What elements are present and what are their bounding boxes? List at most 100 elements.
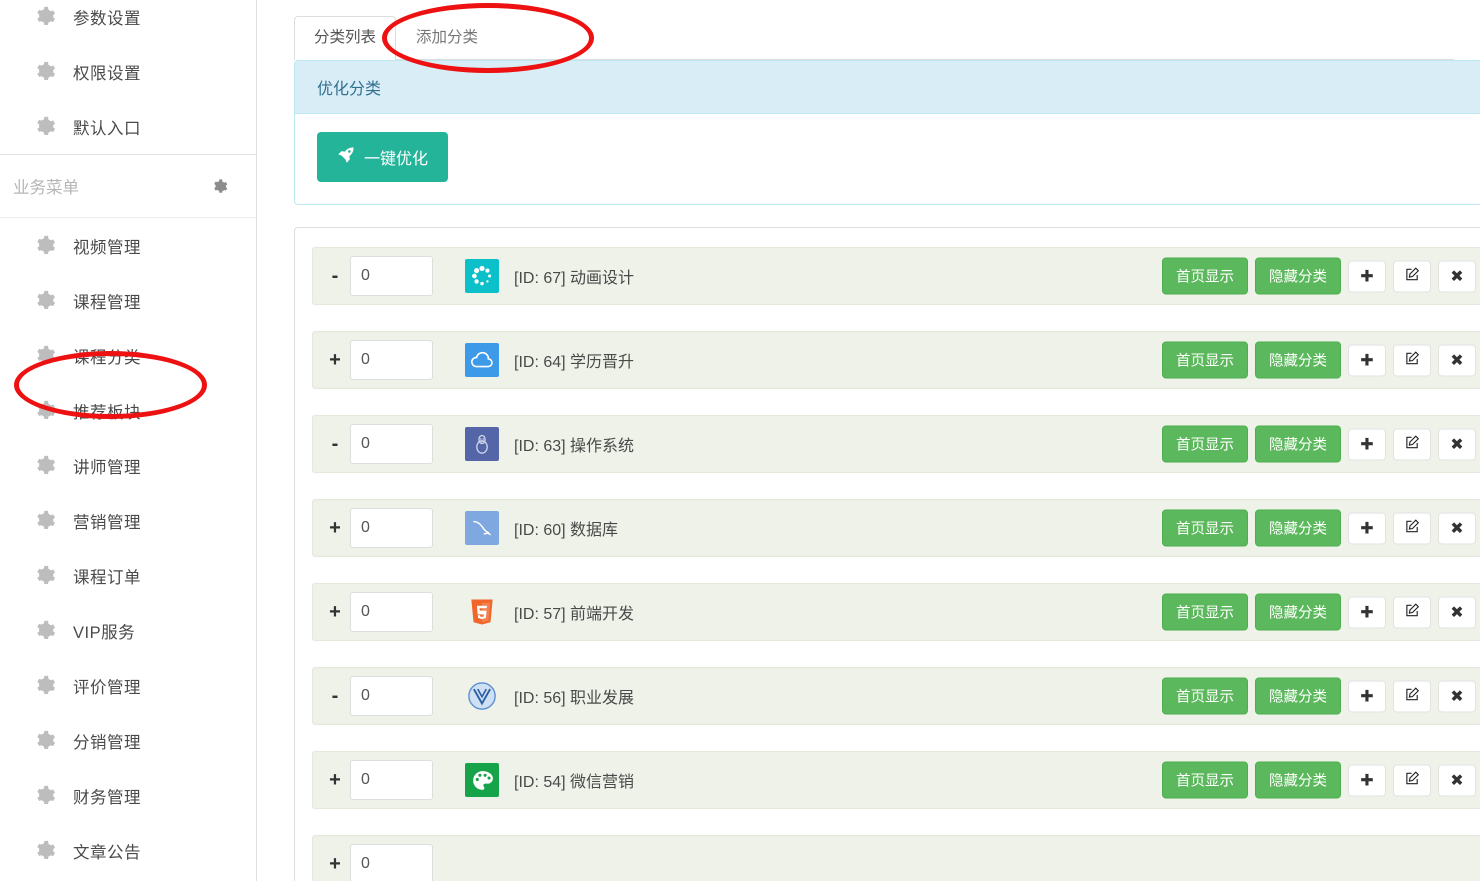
sidebar-item-label: 评价管理: [73, 678, 141, 697]
edit-square-icon: [1405, 434, 1420, 454]
one-click-optimize-button[interactable]: 一键优化: [317, 132, 449, 182]
gear-icon: [33, 674, 56, 697]
sidebar-item-label: 分销管理: [73, 733, 141, 752]
close-x-icon: ✖: [1450, 352, 1464, 369]
edit-category-button[interactable]: [1393, 344, 1431, 376]
sidebar-item-video-management[interactable]: 视频管理: [0, 218, 256, 273]
sidebar-item-course-order[interactable]: 课程订单: [0, 548, 256, 603]
sidebar-item-marketing-management[interactable]: 营销管理: [0, 493, 256, 548]
gear-icon: [33, 729, 56, 752]
row-actions: 首页显示 隐藏分类 ✚ ✖: [1162, 341, 1476, 379]
sidebar-item-article-announcement[interactable]: 文章公告: [0, 823, 256, 878]
sort-input[interactable]: [350, 760, 433, 800]
gear-icon: [33, 234, 56, 257]
hide-category-button[interactable]: 隐藏分类: [1255, 761, 1341, 799]
row-toggle[interactable]: +: [323, 517, 347, 540]
delete-category-button[interactable]: ✖: [1438, 680, 1476, 712]
delete-category-button[interactable]: ✖: [1438, 764, 1476, 796]
home-display-button[interactable]: 首页显示: [1162, 509, 1248, 547]
gear-icon: [33, 784, 56, 807]
category-label: [ID: 54] 微信营销: [514, 774, 635, 791]
linux-penguin-icon: [465, 427, 499, 461]
home-display-button[interactable]: 首页显示: [1162, 761, 1248, 799]
add-subcategory-button[interactable]: ✚: [1348, 680, 1386, 712]
edit-category-button[interactable]: [1393, 680, 1431, 712]
tab-add-category[interactable]: 添加分类: [396, 16, 498, 60]
hide-category-button[interactable]: 隐藏分类: [1255, 593, 1341, 631]
tab-category-list[interactable]: 分类列表: [294, 16, 397, 60]
delete-category-button[interactable]: ✖: [1438, 512, 1476, 544]
sidebar-item-recommend-block[interactable]: 推荐板块: [0, 383, 256, 438]
add-subcategory-button[interactable]: ✚: [1348, 764, 1386, 796]
sort-input[interactable]: [350, 340, 433, 380]
edit-category-button[interactable]: [1393, 260, 1431, 292]
category-label: [ID: 60] 数据库: [514, 522, 619, 539]
row-actions: 首页显示 隐藏分类 ✚ ✖: [1162, 257, 1476, 295]
close-x-icon: ✖: [1450, 436, 1464, 453]
sidebar-item-finance-management[interactable]: 财务管理: [0, 768, 256, 823]
edit-category-button[interactable]: [1393, 764, 1431, 796]
delete-category-button[interactable]: ✖: [1438, 428, 1476, 460]
hide-category-button[interactable]: 隐藏分类: [1255, 677, 1341, 715]
sort-input[interactable]: [350, 508, 433, 548]
gear-icon[interactable]: [211, 178, 228, 195]
spinner-dots-icon: [465, 259, 499, 293]
sidebar-item-label: 权限设置: [73, 64, 141, 83]
edit-category-button[interactable]: [1393, 428, 1431, 460]
sort-input[interactable]: [350, 676, 433, 716]
hide-category-button[interactable]: 隐藏分类: [1255, 509, 1341, 547]
palette-icon: [465, 763, 499, 797]
row-toggle[interactable]: +: [323, 853, 347, 876]
add-subcategory-button[interactable]: ✚: [1348, 260, 1386, 292]
row-toggle[interactable]: -: [323, 685, 347, 708]
plus-icon: ✚: [1360, 520, 1374, 537]
delete-category-button[interactable]: ✖: [1438, 344, 1476, 376]
home-display-button[interactable]: 首页显示: [1162, 257, 1248, 295]
hide-category-button[interactable]: 隐藏分类: [1255, 341, 1341, 379]
edit-category-button[interactable]: [1393, 512, 1431, 544]
home-display-button[interactable]: 首页显示: [1162, 593, 1248, 631]
add-subcategory-button[interactable]: ✚: [1348, 596, 1386, 628]
sort-input[interactable]: [350, 592, 433, 632]
home-display-button[interactable]: 首页显示: [1162, 341, 1248, 379]
sort-input[interactable]: [350, 424, 433, 464]
hide-category-button[interactable]: 隐藏分类: [1255, 425, 1341, 463]
add-subcategory-button[interactable]: ✚: [1348, 512, 1386, 544]
gear-icon: [33, 839, 56, 862]
sidebar-item-permission-settings[interactable]: 权限设置: [0, 44, 256, 99]
add-subcategory-button[interactable]: ✚: [1348, 428, 1386, 460]
sidebar-item-teacher-management[interactable]: 讲师管理: [0, 438, 256, 493]
row-actions: 首页显示 隐藏分类 ✚ ✖: [1162, 425, 1476, 463]
edit-square-icon: [1405, 602, 1420, 622]
row-toggle[interactable]: -: [323, 433, 347, 456]
row-toggle[interactable]: +: [323, 601, 347, 624]
sidebar-item-label: 讲师管理: [73, 458, 141, 477]
main-content: 分类列表 添加分类 优化分类 一键优化 - 0 [ID: 67] 动画设计 首页…: [258, 0, 1480, 881]
add-subcategory-button[interactable]: ✚: [1348, 344, 1386, 376]
sidebar-item-distribution-management[interactable]: 分销管理: [0, 713, 256, 768]
sidebar-item-course-category[interactable]: 课程分类: [0, 328, 256, 383]
close-x-icon: ✖: [1450, 604, 1464, 621]
sidebar-item-review-management[interactable]: 评价管理: [0, 658, 256, 713]
delete-category-button[interactable]: ✖: [1438, 260, 1476, 292]
row-toggle[interactable]: +: [323, 769, 347, 792]
sidebar-item-label: 课程订单: [73, 568, 141, 587]
row-toggle[interactable]: -: [323, 265, 347, 288]
row-toggle[interactable]: +: [323, 349, 347, 372]
sidebar-item-course-management[interactable]: 课程管理: [0, 273, 256, 328]
sidebar-item-vip-service[interactable]: VIP服务: [0, 603, 256, 658]
edit-category-button[interactable]: [1393, 596, 1431, 628]
sidebar-item-label: 财务管理: [73, 788, 141, 807]
sort-input[interactable]: [350, 256, 433, 296]
home-display-button[interactable]: 首页显示: [1162, 677, 1248, 715]
home-display-button[interactable]: 首页显示: [1162, 425, 1248, 463]
sidebar-item-label: 视频管理: [73, 238, 141, 257]
hide-category-button[interactable]: 隐藏分类: [1255, 257, 1341, 295]
sort-input[interactable]: [350, 844, 433, 881]
category-label: [ID: 67] 动画设计: [514, 270, 635, 287]
sidebar-item-default-entry[interactable]: 默认入口: [0, 99, 256, 154]
table-row: + [ID: 60] 数据库 首页显示 隐藏分类 ✚ ✖: [312, 499, 1480, 557]
sidebar-item-param-settings[interactable]: 参数设置: [0, 0, 256, 44]
sidebar-item-label: VIP服务: [73, 623, 136, 642]
delete-category-button[interactable]: ✖: [1438, 596, 1476, 628]
